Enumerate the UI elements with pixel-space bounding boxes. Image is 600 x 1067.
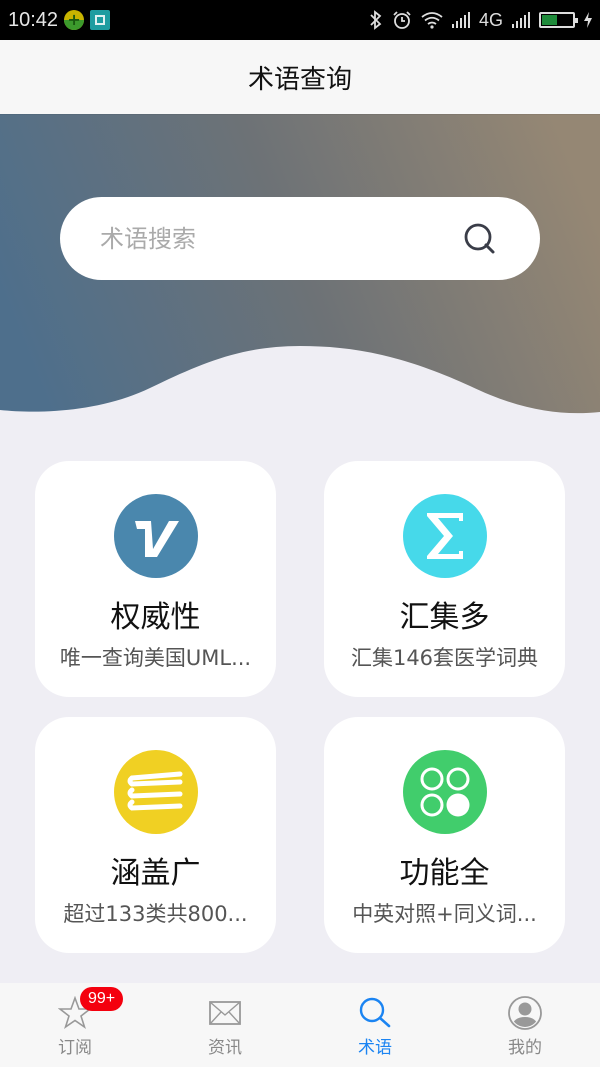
tab-news[interactable]: 资讯 [150, 983, 300, 1067]
tab-terms[interactable]: 术语 [300, 983, 450, 1067]
feature-card-authority[interactable]: 权威性 唯一查询美国UML... [35, 461, 276, 697]
feature-card-collection[interactable]: 汇集多 汇集146套医学词典 [324, 461, 565, 697]
tab-subscribe[interactable]: 99+ 订阅 [0, 983, 150, 1067]
app-notification-icon: + [64, 10, 85, 30]
feature-title: 汇集多 [399, 600, 490, 635]
feature-desc: 汇集146套医学词典 [350, 646, 539, 670]
wifi-icon [421, 12, 443, 29]
search-bar [60, 197, 540, 280]
feature-desc: 中英对照+同义词... [352, 902, 537, 926]
user-avatar-icon [507, 995, 543, 1031]
envelope-icon [207, 995, 243, 1031]
books-stack-icon [113, 750, 198, 834]
search-input[interactable] [100, 224, 460, 253]
signal-icon [512, 12, 530, 28]
alarm-icon [393, 11, 411, 29]
feature-title: 权威性 [110, 600, 201, 635]
status-indicators: 4G [369, 10, 592, 31]
app-header: 术语查询 [0, 40, 600, 114]
feature-card-functions[interactable]: 功能全 中英对照+同义词... [324, 717, 565, 953]
battery-icon [539, 12, 578, 28]
four-circles-icon [402, 750, 487, 834]
feature-title: 涵盖广 [110, 856, 201, 891]
tab-label: 术语 [358, 1038, 392, 1058]
notification-badge: 99+ [80, 987, 124, 1011]
signal-icon [451, 12, 470, 28]
status-time: 10:42 [8, 8, 59, 31]
tab-label: 我的 [508, 1038, 542, 1058]
search-button[interactable] [460, 219, 500, 259]
feature-title: 功能全 [399, 856, 490, 891]
v-logo-icon [113, 494, 198, 578]
tab-label: 订阅 [58, 1038, 92, 1058]
tab-label: 资讯 [208, 1038, 242, 1058]
feature-card-coverage[interactable]: 涵盖广 超过133类共800... [35, 717, 276, 953]
feature-desc: 唯一查询美国UML... [59, 646, 252, 670]
status-bar: 10:42 + 4G [0, 0, 600, 40]
feature-desc: 超过133类共800... [63, 902, 248, 926]
bluetooth-icon [370, 10, 382, 30]
charging-icon [584, 12, 592, 28]
bottom-tab-bar: 99+ 订阅 资讯 术语 我的 [0, 983, 600, 1067]
tab-mine[interactable]: 我的 [450, 983, 600, 1067]
search-icon [464, 223, 495, 253]
screenshot-icon [90, 10, 111, 30]
network-type: 4G [478, 9, 503, 30]
search-icon [357, 995, 393, 1031]
sigma-icon [402, 494, 487, 578]
page-title: 术语查询 [247, 64, 352, 95]
